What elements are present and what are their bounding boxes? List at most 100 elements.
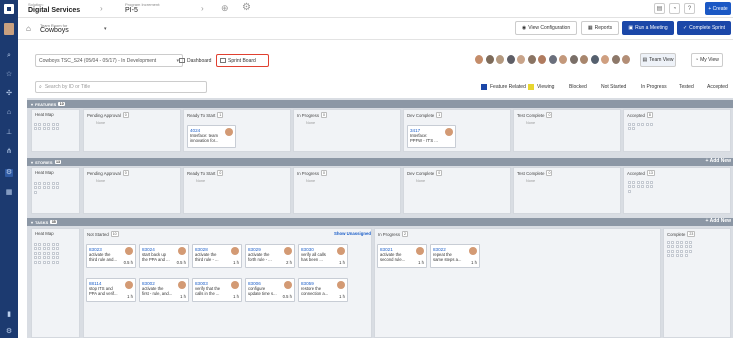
column-count: 0 <box>320 170 327 176</box>
complete-sprint-button[interactable]: ✓ Complete Sprint <box>677 21 731 35</box>
run-meeting-label: Run a Meeting <box>635 25 668 31</box>
run-meeting-button[interactable]: ▣ Run a Meeting <box>622 21 674 35</box>
pi-name[interactable]: PI-5 <box>125 7 138 14</box>
avatar[interactable] <box>526 54 537 65</box>
notification-bell-icon[interactable]: ◔ <box>669 3 680 14</box>
avatar <box>445 128 453 136</box>
dashboard-link[interactable]: Dashboard <box>179 54 211 67</box>
task-card[interactable]: 83003 verify that the calls in the ... 1 h <box>192 278 242 302</box>
sprint-select[interactable]: Cowboys TSC_S24 (05/04 - 05/17) - In Dev… <box>35 54 183 67</box>
empty-column-text: None <box>196 179 206 183</box>
home-icon[interactable]: ⌂ <box>26 25 35 33</box>
task-card[interactable]: 83028 activate the third rule - ... 1 h <box>192 244 242 268</box>
add-story-button[interactable]: + Add New <box>705 158 731 164</box>
column-title: Heat Map <box>35 170 54 175</box>
feature-card[interactable]: 4024 Interface: team innovation for... <box>187 125 236 148</box>
analytics-icon[interactable]: ▮ <box>5 311 13 319</box>
reports-button[interactable]: ▦ Reports <box>581 21 619 35</box>
task-card[interactable]: 83059 restore the connection a... 1 h <box>298 278 348 302</box>
reports-icon: ▦ <box>587 25 593 31</box>
top-bar: Solution: Digital Services › Program Inc… <box>18 0 733 18</box>
task-card[interactable]: 83006 configure update time s... 0.5 h <box>245 278 295 302</box>
column-title: Dev Complete 0 <box>407 170 443 176</box>
features-inprogress-col: In Progress 0 None <box>293 109 401 152</box>
network-icon[interactable]: ✣ <box>5 90 13 98</box>
stories-inprogress-col: In Progress 0 None <box>293 167 401 214</box>
task-card[interactable]: 83024 start back up the PPA and ... 0.5 h <box>139 244 189 268</box>
avatar[interactable] <box>484 54 495 65</box>
column-count: 0 <box>436 170 443 176</box>
avatar[interactable] <box>474 54 484 65</box>
sprint-board-link[interactable]: Sprint Board <box>216 54 269 67</box>
avatar[interactable] <box>516 54 526 65</box>
create-button[interactable]: + Create <box>705 2 731 15</box>
avatar[interactable] <box>537 54 547 65</box>
column-label: In Progress <box>297 112 319 118</box>
legend-label: Not Started <box>601 84 627 90</box>
stories-band[interactable]: ▾ STORIES 13 + Add New <box>27 158 733 166</box>
legend-label: Feature Related <box>490 84 526 90</box>
show-unassigned-link[interactable]: Show Unassigned <box>334 231 371 236</box>
avatar[interactable] <box>558 54 568 65</box>
hierarchy-icon[interactable]: ⌂ <box>5 109 13 117</box>
app-logo-icon[interactable] <box>4 4 14 14</box>
avatar[interactable] <box>579 54 589 65</box>
feature-card[interactable]: 3417 Interface: PPFW - IT'S ... <box>407 125 456 148</box>
empty-column-text: None <box>306 121 316 125</box>
legend-label: Accepted <box>707 84 728 90</box>
team-dropdown-icon[interactable]: ▾ <box>104 26 107 32</box>
solution-name[interactable]: Digital Services <box>28 7 80 14</box>
view-configuration-button[interactable]: ◉ View Configuration <box>515 21 577 35</box>
column-title: Test Complete 0 <box>517 170 553 176</box>
task-card[interactable]: 83023 activate the third rule and... 0.5 h <box>86 244 136 268</box>
legend-blocked: Blocked <box>569 84 587 90</box>
clipboard-icon[interactable]: ▤ <box>654 3 665 14</box>
avatar[interactable] <box>621 54 631 65</box>
settings-gear-icon[interactable]: ⚙ <box>5 328 13 336</box>
viewing-swatch <box>528 84 534 90</box>
task-card[interactable]: 88114 stop ITS and PPA and verif... 1 h <box>86 278 136 302</box>
avatar[interactable] <box>568 54 579 65</box>
task-card[interactable]: 83022 repeat the same steps a... 1 h <box>430 244 480 268</box>
team-room-icon[interactable]: ⚙ <box>5 169 13 177</box>
avatar[interactable] <box>610 54 621 65</box>
help-icon[interactable]: ? <box>684 3 695 14</box>
hours-estimate: 1 h <box>127 294 133 299</box>
features-pending-col: Pending Approval 0 None <box>83 109 181 152</box>
tasks-band[interactable]: ▾ TASKS 35 + Add New <box>27 218 733 226</box>
gears-icon[interactable]: ⚙ <box>242 2 251 13</box>
search-icon[interactable]: ⌕ <box>5 52 13 60</box>
features-band[interactable]: ▾ FEATURES 10 <box>27 100 733 108</box>
card-title-cont: PPFW - IT'S ... <box>410 137 438 143</box>
star-icon[interactable]: ☆ <box>5 71 13 79</box>
task-card[interactable]: 83021 activate the second rule... 1 h <box>377 244 427 268</box>
search-input[interactable]: ⌕ Search by ID or Title <box>35 81 207 93</box>
user-avatar[interactable] <box>4 23 14 35</box>
task-card[interactable]: 83030 verify all calls has been ... 1 h <box>298 244 348 268</box>
avatar[interactable] <box>589 54 600 65</box>
avatar[interactable] <box>505 54 516 65</box>
column-title: Pending Approval 0 <box>87 170 129 176</box>
feature-swatch <box>481 84 487 90</box>
task-card[interactable]: 83002 activate the first - rule, and... 1 h <box>139 278 189 302</box>
avatar[interactable] <box>547 54 558 65</box>
team-view-button[interactable]: ▤ Team View <box>640 53 676 67</box>
column-title: Pending Approval 0 <box>87 112 129 118</box>
crosshair-icon[interactable]: ⊕ <box>221 3 229 14</box>
avatar[interactable] <box>495 54 505 65</box>
avatar <box>337 247 345 255</box>
column-label: Accepted <box>627 112 645 118</box>
avatar[interactable] <box>600 54 610 65</box>
stories-title: STORIES <box>35 159 53 165</box>
my-view-button[interactable]: ◔ My View <box>691 53 723 67</box>
task-card[interactable]: 83029 activate the forth rule - ... 2 h <box>245 244 295 268</box>
tree-icon[interactable]: ⋔ <box>5 148 13 156</box>
legend-in-progress: In Progress <box>641 84 667 90</box>
stories-count: 13 <box>54 160 62 164</box>
calendar-icon[interactable]: ▦ <box>5 189 13 197</box>
add-task-button[interactable]: + Add New <box>705 218 731 224</box>
tasks-count: 35 <box>50 220 58 224</box>
team-name[interactable]: Cowboys <box>40 27 69 34</box>
org-chart-icon[interactable]: ⊥ <box>5 129 13 137</box>
avatar <box>225 128 233 136</box>
